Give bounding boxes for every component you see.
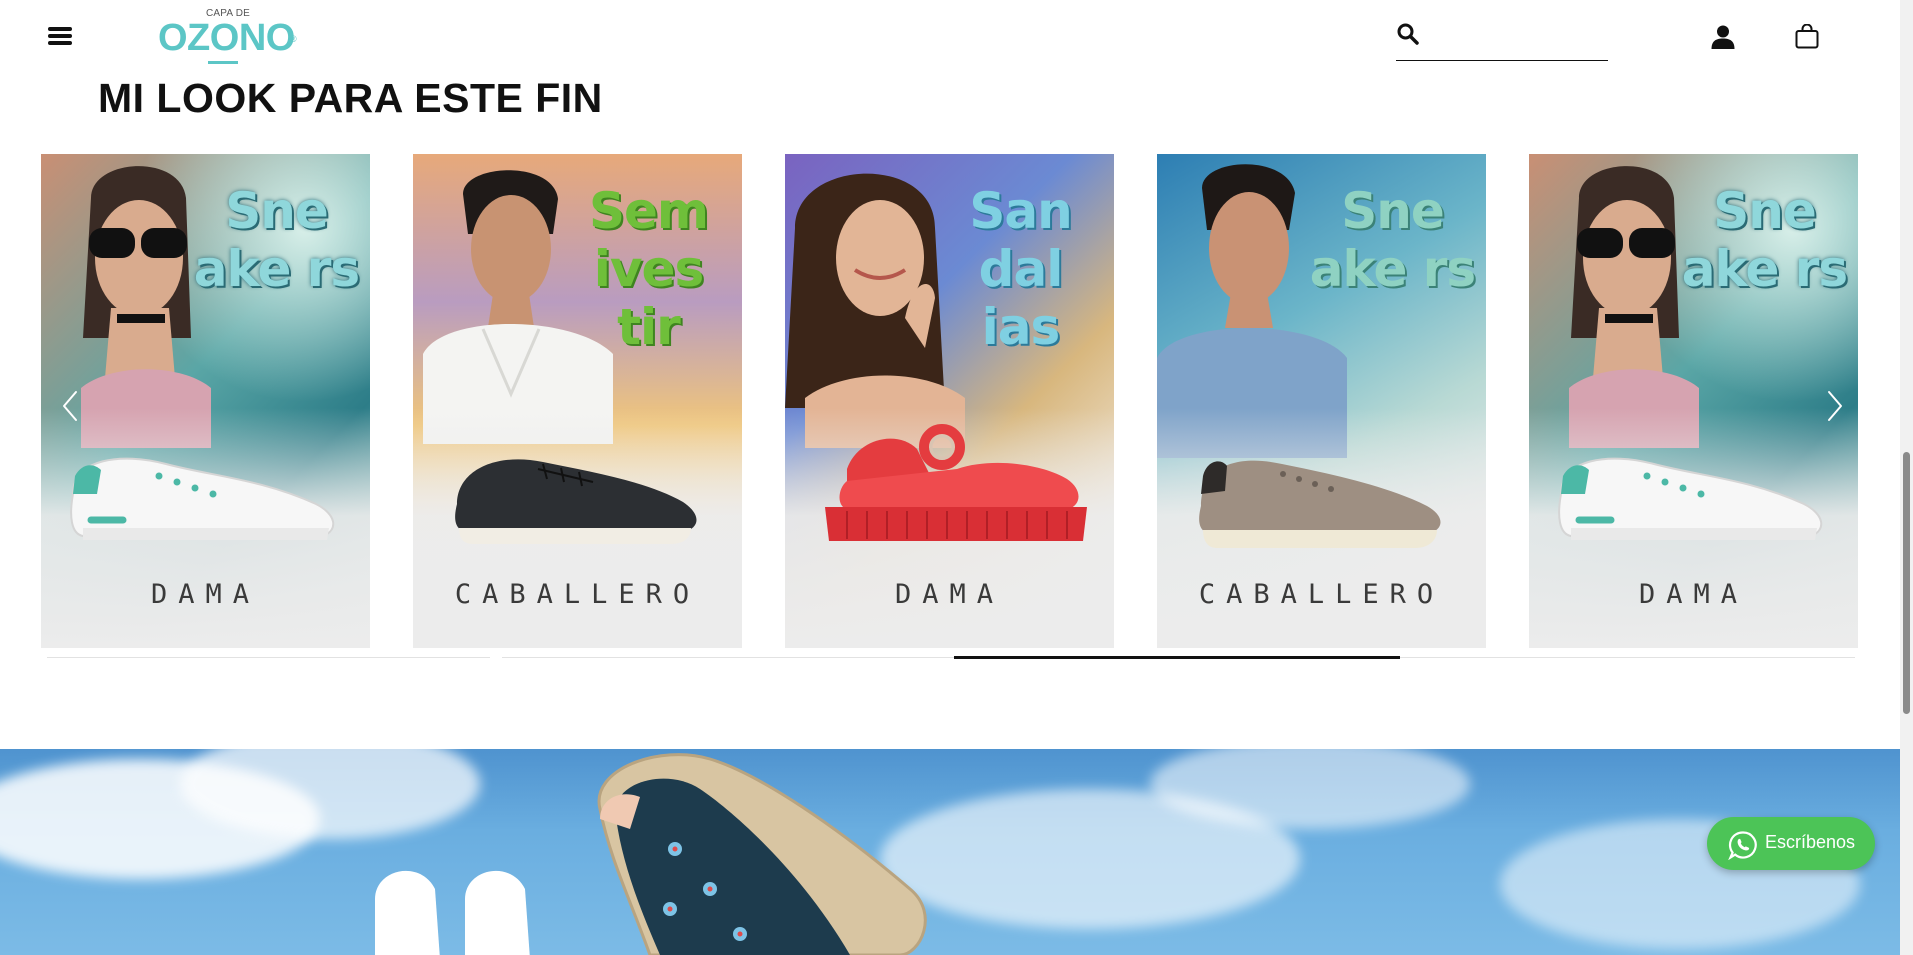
promo-banner[interactable] xyxy=(0,749,1900,955)
carousel-progress-track[interactable] xyxy=(47,657,1855,658)
hamburger-menu-icon[interactable] xyxy=(48,25,74,47)
look-carousel: Sne ake rs DAMA Sem ives tir CABALLERO S… xyxy=(41,154,1858,648)
card-title-art: Sne ake rs xyxy=(193,182,360,298)
site-header: CAPA DE OZONO ® xyxy=(0,0,1900,72)
section-title: MI LOOK PARA ESTE FIN xyxy=(98,75,603,121)
logo-underline xyxy=(208,61,238,64)
progress-segment-gap xyxy=(490,655,502,660)
search-bar xyxy=(1396,20,1608,61)
card-title-art: Sne ake rs xyxy=(1309,182,1476,298)
look-card-caballero-sneakers[interactable]: Sne ake rs CABALLERO xyxy=(1157,154,1486,648)
white-sneaker-image xyxy=(70,457,335,540)
carousel-progress-indicator[interactable] xyxy=(954,656,1400,659)
chevron-right-icon[interactable] xyxy=(1819,386,1849,426)
search-input[interactable] xyxy=(1432,24,1606,54)
red-sandal-image xyxy=(825,424,1087,541)
white-sneaker-image xyxy=(1558,457,1823,540)
card-label: DAMA xyxy=(894,579,1005,610)
whatsapp-icon xyxy=(1728,831,1757,860)
card-title-art: Sem ives tir xyxy=(588,182,709,356)
whatsapp-chat-button[interactable]: Escríbenos xyxy=(1707,817,1875,870)
card-label: CABALLERO xyxy=(454,579,701,610)
espadrille-wedge-image xyxy=(597,753,927,955)
card-title-art: Sne ake rs xyxy=(1681,182,1848,298)
look-card-caballero-semivestir[interactable]: Sem ives tir CABALLERO xyxy=(413,154,742,648)
logo-registered-mark: ® xyxy=(290,34,297,44)
black-derby-shoe-image xyxy=(455,459,697,544)
look-card-dama-sneakers[interactable]: Sne ake rs DAMA xyxy=(41,154,370,648)
shopping-bag-icon[interactable] xyxy=(1794,24,1820,50)
logo-wordmark: OZONO xyxy=(158,17,295,59)
card-label: DAMA xyxy=(150,579,261,610)
chevron-left-icon[interactable] xyxy=(56,386,86,426)
page-scrollbar[interactable] xyxy=(1900,0,1913,955)
card-label: CABALLERO xyxy=(1198,579,1445,610)
user-icon[interactable] xyxy=(1710,24,1736,50)
look-card-dama-sandalias[interactable]: San dal ias DAMA xyxy=(785,154,1114,648)
look-card-dama-sneakers-2[interactable]: Sne ake rs DAMA xyxy=(1529,154,1858,648)
search-icon[interactable] xyxy=(1396,22,1420,46)
white-heels-image xyxy=(375,871,530,955)
whatsapp-label: Escríbenos xyxy=(1765,832,1856,852)
card-title-art: San dal ias xyxy=(969,182,1072,356)
card-label: DAMA xyxy=(1638,579,1749,610)
brand-logo[interactable]: CAPA DE OZONO ® xyxy=(158,8,300,66)
taupe-sneaker-image xyxy=(1199,460,1441,548)
scrollbar-thumb[interactable] xyxy=(1903,452,1910,714)
